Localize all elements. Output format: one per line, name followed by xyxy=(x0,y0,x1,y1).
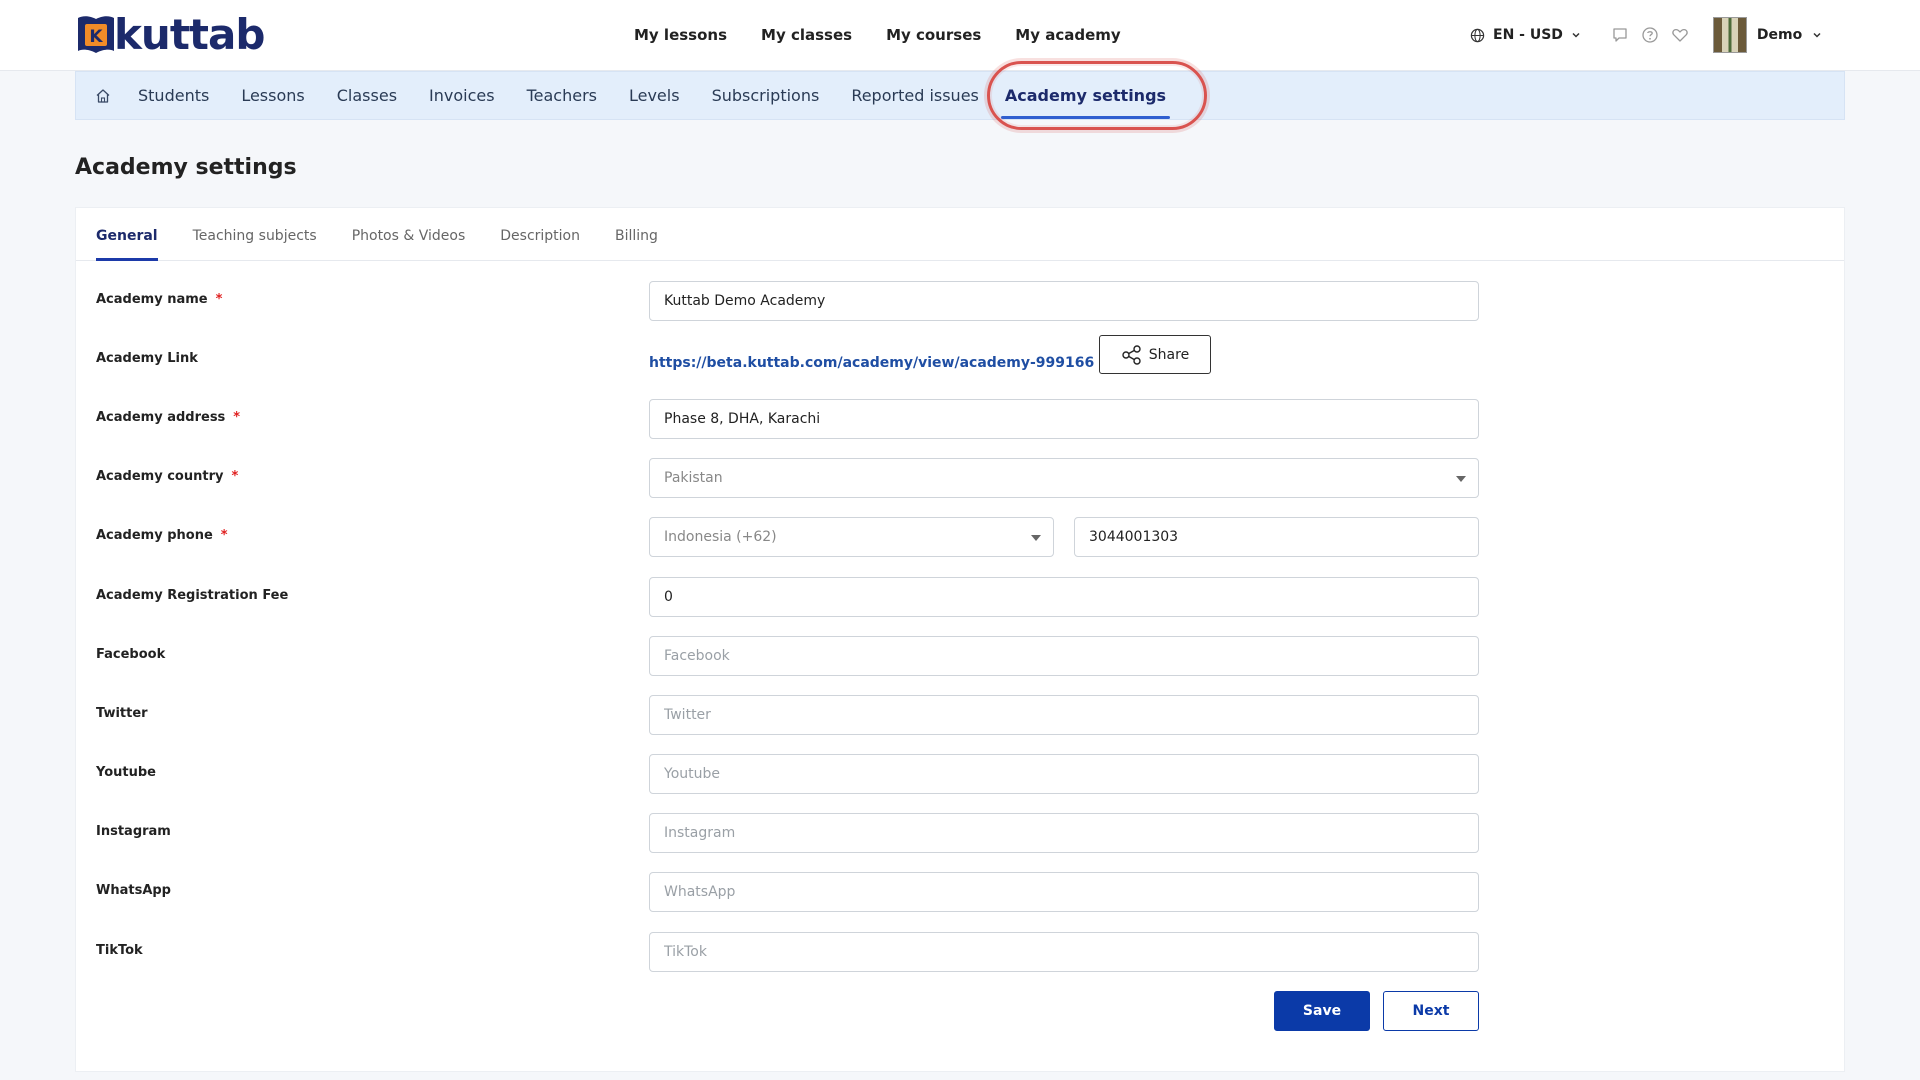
settings-card: General Teaching subjects Photos & Video… xyxy=(75,207,1845,1072)
country-value: Pakistan xyxy=(664,470,723,486)
form-row-academy-phone: Academy phone * Indonesia (+62) xyxy=(76,517,1844,557)
required-mark: * xyxy=(231,469,239,484)
form-row-academy-name: Academy name * xyxy=(76,281,1844,321)
locale-selector[interactable]: EN - USD xyxy=(1470,27,1581,43)
settings-tabs: General Teaching subjects Photos & Video… xyxy=(76,208,1844,261)
country-code-value: Indonesia (+62) xyxy=(664,529,777,545)
subnav-reported-issues[interactable]: Reported issues xyxy=(851,86,979,105)
logo-book-icon: K xyxy=(78,16,114,53)
registration-fee-input[interactable] xyxy=(649,577,1479,617)
top-header: K kuttab My lessons My classes My course… xyxy=(0,0,1920,71)
page-title: Academy settings xyxy=(75,155,297,180)
svg-text:K: K xyxy=(89,27,103,47)
save-button[interactable]: Save xyxy=(1274,991,1370,1031)
academy-address-input[interactable] xyxy=(649,399,1479,439)
academy-country-select[interactable]: Pakistan xyxy=(649,458,1479,498)
next-button[interactable]: Next xyxy=(1383,991,1479,1031)
field-label: Academy name * xyxy=(96,292,223,307)
subnav-students[interactable]: Students xyxy=(138,86,209,105)
main-nav: My lessons My classes My courses My acad… xyxy=(634,0,1121,70)
form-row-twitter: Twitter xyxy=(76,695,1844,735)
youtube-input[interactable] xyxy=(649,754,1479,794)
field-label: Academy Registration Fee xyxy=(96,588,289,603)
phone-country-code-select[interactable]: Indonesia (+62) xyxy=(649,517,1054,557)
form-row-academy-link: Academy Link https://beta.kuttab.com/aca… xyxy=(76,335,1844,380)
heart-icon[interactable] xyxy=(1671,26,1689,44)
required-mark: * xyxy=(233,410,241,425)
header-icon-group xyxy=(1611,26,1689,44)
subnav-invoices[interactable]: Invoices xyxy=(429,86,495,105)
share-button[interactable]: Share xyxy=(1099,335,1211,374)
instagram-input[interactable] xyxy=(649,813,1479,853)
subnav-levels[interactable]: Levels xyxy=(629,86,680,105)
nav-my-courses[interactable]: My courses xyxy=(886,26,981,44)
nav-my-lessons[interactable]: My lessons xyxy=(634,26,727,44)
tiktok-input[interactable] xyxy=(649,932,1479,972)
form-row-whatsapp: WhatsApp xyxy=(76,872,1844,912)
required-mark: * xyxy=(215,292,223,307)
tab-teaching-subjects[interactable]: Teaching subjects xyxy=(193,228,317,260)
chevron-down-icon xyxy=(1572,32,1580,38)
whatsapp-input[interactable] xyxy=(649,872,1479,912)
form-row-facebook: Facebook xyxy=(76,636,1844,676)
subnav-classes[interactable]: Classes xyxy=(337,86,397,105)
form-row-academy-country: Academy country * Pakistan xyxy=(76,458,1844,498)
field-label: Facebook xyxy=(96,647,166,662)
field-label: Academy phone * xyxy=(96,528,228,543)
header-tools: EN - USD Demo xyxy=(1470,0,1822,70)
chat-icon[interactable] xyxy=(1611,26,1629,44)
globe-icon xyxy=(1470,28,1485,42)
field-label: TikTok xyxy=(96,943,143,958)
user-menu[interactable]: Demo xyxy=(1712,17,1822,53)
academy-name-input[interactable] xyxy=(649,281,1479,321)
avatar xyxy=(1712,17,1747,53)
tab-photos-videos[interactable]: Photos & Videos xyxy=(352,228,466,260)
field-label: Youtube xyxy=(96,765,156,780)
field-label: Instagram xyxy=(96,824,171,839)
subnav-lessons[interactable]: Lessons xyxy=(241,86,304,105)
tab-general[interactable]: General xyxy=(96,228,158,261)
field-label: Academy Link xyxy=(96,351,198,366)
tab-billing[interactable]: Billing xyxy=(615,228,658,260)
brand-logo[interactable]: K kuttab xyxy=(76,10,265,59)
help-icon[interactable] xyxy=(1641,26,1659,44)
tab-description[interactable]: Description xyxy=(500,228,580,260)
phone-number-input[interactable] xyxy=(1074,517,1479,557)
form-row-youtube: Youtube xyxy=(76,754,1844,794)
caret-down-icon xyxy=(1456,476,1466,482)
required-mark: * xyxy=(220,528,228,543)
caret-down-icon xyxy=(1031,535,1041,541)
share-icon xyxy=(1122,344,1141,365)
nav-my-academy[interactable]: My academy xyxy=(1015,26,1120,44)
locale-label: EN - USD xyxy=(1493,27,1563,43)
user-name: Demo xyxy=(1756,27,1803,43)
subnav-academy-settings[interactable]: Academy settings xyxy=(1000,86,1171,119)
nav-my-classes[interactable]: My classes xyxy=(761,26,852,44)
form-row-instagram: Instagram xyxy=(76,813,1844,853)
field-label: Academy address * xyxy=(96,410,241,425)
twitter-input[interactable] xyxy=(649,695,1479,735)
home-icon[interactable] xyxy=(94,87,112,105)
form-row-academy-address: Academy address * xyxy=(76,399,1844,439)
academy-link[interactable]: https://beta.kuttab.com/academy/view/aca… xyxy=(649,355,1094,371)
field-label: Academy country * xyxy=(96,469,239,484)
subnav-teachers[interactable]: Teachers xyxy=(527,86,597,105)
chevron-down-icon xyxy=(1813,32,1821,38)
brand-name: kuttab xyxy=(114,10,265,59)
field-label: WhatsApp xyxy=(96,883,171,898)
share-label: Share xyxy=(1148,346,1190,363)
academy-subnav: Students Lessons Classes Invoices Teache… xyxy=(75,71,1845,120)
field-label: Twitter xyxy=(96,706,148,721)
form-row-registration-fee: Academy Registration Fee xyxy=(76,577,1844,617)
form-row-tiktok: TikTok xyxy=(76,932,1844,972)
subnav-subscriptions[interactable]: Subscriptions xyxy=(712,86,820,105)
facebook-input[interactable] xyxy=(649,636,1479,676)
